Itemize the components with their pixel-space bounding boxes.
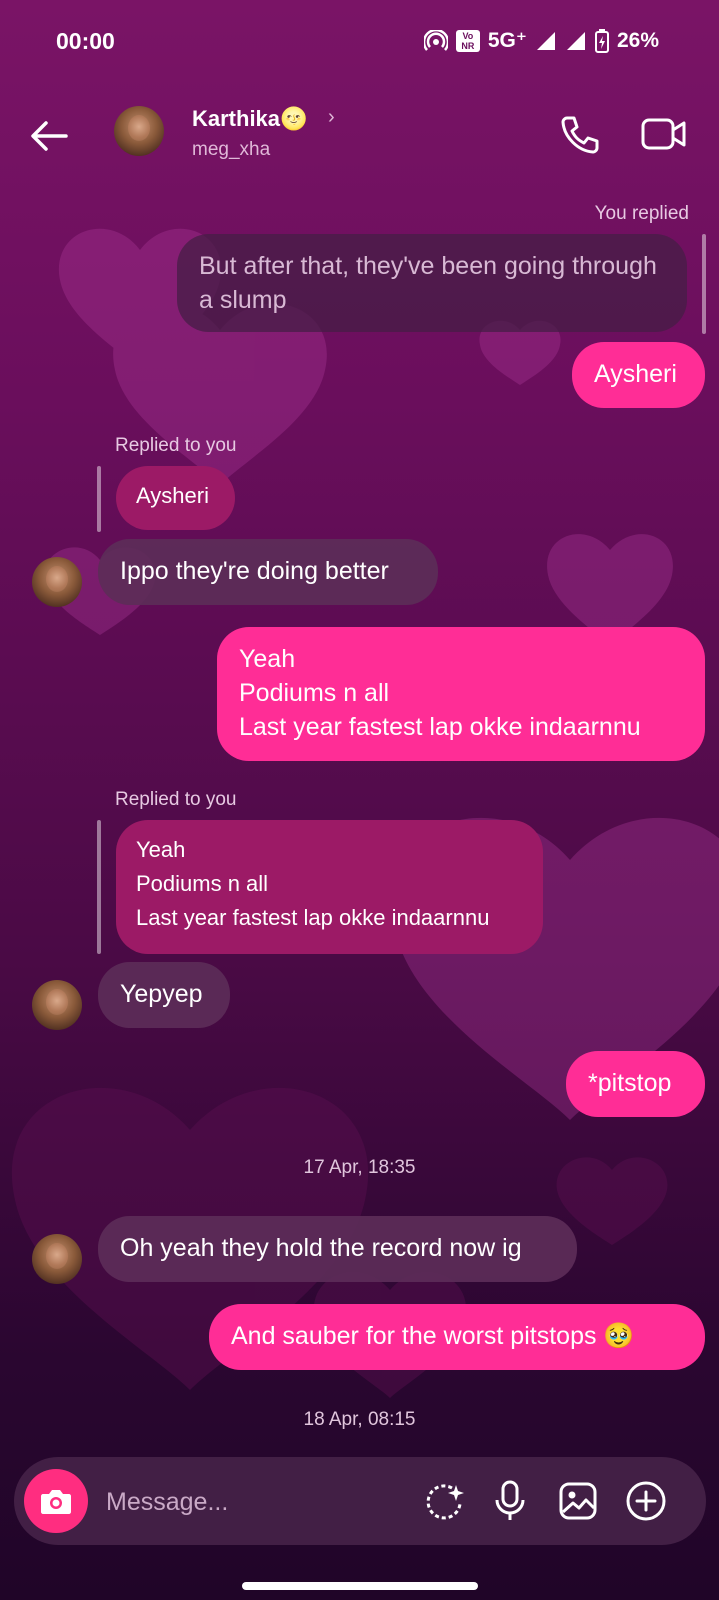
outgoing-message[interactable]: Aysheri: [572, 342, 705, 408]
camera-button[interactable]: [24, 1469, 88, 1533]
quote-bar: [97, 820, 101, 954]
reply-label: Replied to you: [115, 435, 237, 456]
chevron-right-icon[interactable]: ›: [328, 106, 335, 129]
microphone-icon: [495, 1480, 525, 1520]
signal-icon-2: [566, 31, 585, 50]
reply-label: You replied: [594, 203, 689, 224]
outgoing-message[interactable]: Yeah Podiums n all Last year fastest lap…: [217, 627, 705, 761]
incoming-message[interactable]: Yepyep: [98, 962, 230, 1028]
message-composer: [14, 1457, 706, 1545]
plus-circle-icon: [626, 1481, 666, 1521]
reply-label: Replied to you: [115, 789, 237, 810]
back-arrow-icon[interactable]: [24, 110, 76, 162]
contact-username[interactable]: meg_xha: [192, 139, 270, 161]
message-input[interactable]: [104, 1473, 408, 1531]
gallery-icon: [559, 1482, 597, 1520]
battery-icon: [594, 28, 609, 53]
incoming-message[interactable]: Oh yeah they hold the record now ig: [98, 1216, 577, 1282]
contact-avatar[interactable]: [114, 106, 164, 156]
signal-icon: [536, 31, 555, 50]
outgoing-message[interactable]: And sauber for the worst pitstops 🥹: [209, 1304, 705, 1370]
voice-button[interactable]: [486, 1477, 534, 1525]
hotspot-icon: [423, 29, 448, 51]
more-button[interactable]: [622, 1477, 670, 1525]
sticker-button[interactable]: [420, 1477, 468, 1525]
volte-badge: Vo NR: [455, 29, 480, 52]
quote-bar: [97, 466, 101, 532]
quoted-message[interactable]: Yeah Podiums n all Last year fastest lap…: [116, 820, 543, 954]
status-icons: Vo NR 5G⁺ 26%: [423, 28, 659, 53]
quoted-message[interactable]: Aysheri: [116, 466, 235, 530]
sender-avatar[interactable]: [32, 1234, 82, 1284]
quoted-message[interactable]: But after that, they've been going throu…: [177, 234, 687, 332]
contact-name[interactable]: Karthika🌝: [192, 106, 307, 132]
status-time: 00:00: [56, 28, 115, 54]
sender-avatar[interactable]: [32, 557, 82, 607]
quote-bar: [702, 234, 706, 334]
sticker-sparkle-icon: [426, 1484, 464, 1520]
sender-avatar[interactable]: [32, 980, 82, 1030]
timestamp-divider: 17 Apr, 18:35: [303, 1157, 416, 1178]
outgoing-message[interactable]: *pitstop: [566, 1051, 705, 1117]
network-type: 5G⁺: [487, 29, 527, 52]
chat-header: Karthika🌝 › meg_xha: [0, 92, 719, 176]
timestamp-divider: 18 Apr, 08:15: [303, 1409, 416, 1430]
home-indicator[interactable]: [242, 1582, 478, 1590]
gallery-button[interactable]: [554, 1477, 602, 1525]
incoming-message[interactable]: Ippo they're doing better: [98, 539, 438, 605]
status-bar: 00:00 Vo NR 5G⁺ 26%: [0, 0, 719, 84]
battery-percent: 26%: [616, 28, 659, 52]
phone-icon[interactable]: [558, 112, 602, 156]
video-camera-icon[interactable]: [640, 112, 688, 156]
camera-icon: [41, 1490, 71, 1514]
